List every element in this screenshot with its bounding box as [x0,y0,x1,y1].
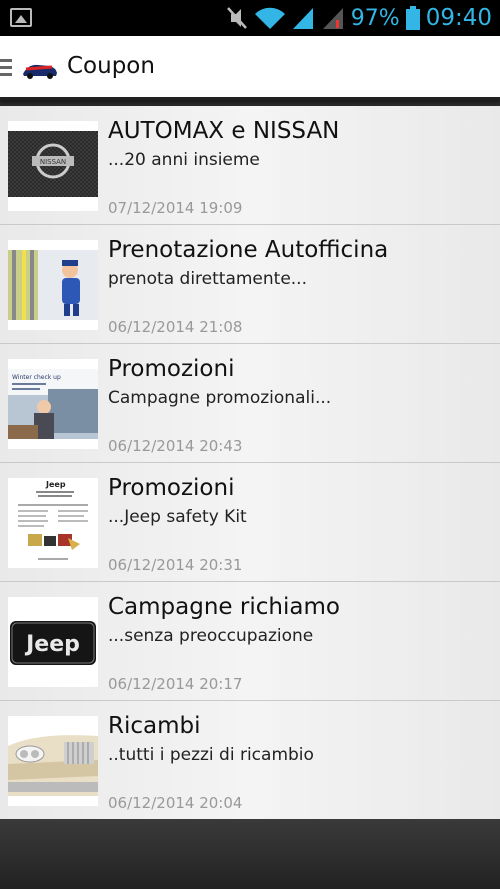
nissan-logo-thumbnail: NISSAN [8,121,98,211]
menu-icon[interactable] [0,59,12,77]
coupon-title: Ricambi [108,713,201,739]
coupon-date: 06/12/2014 20:31 [108,556,243,574]
coupon-subtitle: ..tutti i pezzi di ricambio [108,745,314,765]
mechanic-thumbnail [8,240,98,330]
wifi-icon [254,7,285,30]
coupon-subtitle: Campagne promozionali... [108,388,332,408]
jeep-plate-text: Jeep [24,632,80,657]
clock: 09:40 [425,5,492,31]
action-bar: Coupon [0,36,500,100]
jeep-flyer-thumbnail: Jeep [8,478,98,568]
coupon-subtitle: ...senza preoccupazione [108,626,314,646]
coupon-date: 06/12/2014 21:08 [108,318,243,336]
coupon-subtitle: prenota direttamente... [108,269,307,289]
coupon-date: 06/12/2014 20:04 [108,794,243,812]
battery-icon [405,6,420,30]
coupon-subtitle: ...20 anni insieme [108,150,260,170]
coupon-item-promozioni-1[interactable]: Winter check up Promozioni Campagne prom… [0,344,500,463]
coupon-title: Campagne richiamo [108,594,340,620]
winter-check-thumbnail: Winter check up [8,359,98,449]
coupon-subtitle: ...Jeep safety Kit [108,507,247,527]
coupon-item-promozioni-2[interactable]: Jeep Promozioni ...Jeep safety Kit 06/12… [0,463,500,582]
mute-icon [226,7,247,29]
coupon-date: 06/12/2014 20:43 [108,437,243,455]
coupon-date: 06/12/2014 20:17 [108,675,243,693]
bottom-background [0,819,500,889]
signal-icon [292,8,313,29]
jeep-plate-thumbnail: Jeep [8,597,98,687]
status-bar: 97% 09:40 [0,0,500,36]
jeep-flyer-brand: Jeep [45,480,66,489]
coupon-date: 07/12/2014 19:09 [108,199,243,217]
nissan-logo-text: NISSAN [40,158,66,166]
coupon-item-prenotazione-autofficina[interactable]: Prenotazione Autofficina prenota diretta… [0,225,500,344]
coupon-title: Promozioni [108,475,235,501]
coupon-item-campagne-richiamo[interactable]: Jeep Campagne richiamo ...senza preoccup… [0,582,500,701]
signal-2-icon [322,8,343,29]
coupon-item-automax-nissan[interactable]: NISSAN AUTOMAX e NISSAN ...20 anni insie… [0,106,500,225]
battery-percent: 97% [350,5,400,31]
coupon-title: Promozioni [108,356,235,382]
coupon-item-ricambi[interactable]: Ricambi ..tutti i pezzi di ricambio 06/1… [0,701,500,820]
car-front-thumbnail [8,716,98,806]
winter-check-text: Winter check up [12,374,61,381]
gallery-icon [10,8,32,27]
coupon-title: Prenotazione Autofficina [108,237,389,263]
page-title: Coupon [67,53,155,79]
coupon-title: AUTOMAX e NISSAN [108,118,340,144]
app-logo-icon[interactable] [22,58,58,80]
coupon-list[interactable]: NISSAN AUTOMAX e NISSAN ...20 anni insie… [0,106,500,819]
